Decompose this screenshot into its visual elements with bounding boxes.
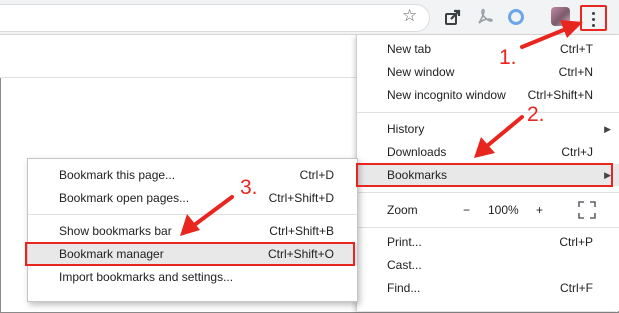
menu-item-shortcut: Ctrl+N <box>558 65 593 79</box>
menu-item-label: History <box>387 122 425 136</box>
menu-item-label: Find... <box>387 281 421 295</box>
menu-item-label: Zoom <box>387 203 418 217</box>
fullscreen-icon[interactable] <box>578 201 596 219</box>
bookmark-manager-highlight-box <box>25 242 355 266</box>
menu-item-history[interactable]: History ▶ <box>357 118 619 140</box>
zoom-in-button[interactable]: + <box>536 199 543 221</box>
menu-item-label: Cast... <box>387 258 422 272</box>
profile-avatar[interactable] <box>551 7 570 26</box>
menu-item-shortcut: Ctrl+Shift+D <box>268 191 334 205</box>
menu-item-label: New incognito window <box>387 88 506 102</box>
browser-toolbar: ☆ <box>0 0 619 35</box>
menu-item-bookmark-this-page[interactable]: Bookmark this page... Ctrl+D <box>28 164 357 186</box>
share-icon[interactable] <box>444 8 462 26</box>
star-icon[interactable]: ☆ <box>402 7 417 25</box>
step-3-label: 3. <box>240 176 258 199</box>
menu-item-new-incognito[interactable]: New incognito window Ctrl+Shift+N <box>357 84 619 106</box>
menu-item-label: Import bookmarks and settings... <box>59 270 234 284</box>
more-vert-icon[interactable] <box>580 5 607 31</box>
menu-item-shortcut: Ctrl+Shift+B <box>269 224 334 238</box>
menu-item-cast[interactable]: Cast... <box>357 254 619 276</box>
menu-item-new-window[interactable]: New window Ctrl+N <box>357 61 619 83</box>
menu-item-label: Bookmark open pages... <box>59 191 190 205</box>
menu-item-downloads[interactable]: Downloads Ctrl+J <box>357 141 619 163</box>
step-2-label: 2. <box>527 103 545 126</box>
menu-item-shortcut: Ctrl+F <box>560 281 593 295</box>
menu-item-shortcut: Ctrl+T <box>560 42 593 56</box>
menu-divider <box>357 227 619 228</box>
menu-item-new-tab[interactable]: New tab Ctrl+T <box>357 38 619 60</box>
menu-item-label: Bookmark this page... <box>59 168 176 182</box>
menu-item-bookmark-open-pages[interactable]: Bookmark open pages... Ctrl+Shift+D <box>28 187 357 209</box>
menu-item-import-bookmarks[interactable]: Import bookmarks and settings... <box>28 266 357 288</box>
menu-item-label: Print... <box>387 235 422 249</box>
circle-extension-icon[interactable] <box>507 8 525 26</box>
menu-item-label: Downloads <box>387 145 447 159</box>
menu-item-shortcut: Ctrl+J <box>561 145 593 159</box>
menu-item-show-bookmarks-bar[interactable]: Show bookmarks bar Ctrl+Shift+B <box>28 220 357 242</box>
menu-item-print[interactable]: Print... Ctrl+P <box>357 231 619 253</box>
menu-item-shortcut: Ctrl+P <box>559 235 593 249</box>
zoom-out-button[interactable]: − <box>463 199 470 221</box>
menu-item-shortcut: Ctrl+D <box>299 168 334 182</box>
menu-item-label: New tab <box>387 42 432 56</box>
menu-item-label: New window <box>387 65 455 79</box>
bookmarks-highlight-box <box>356 163 613 187</box>
address-bar[interactable] <box>0 4 430 32</box>
step-1-label: 1. <box>499 46 517 69</box>
menu-divider <box>357 112 619 113</box>
menu-item-find[interactable]: Find... Ctrl+F <box>357 277 619 299</box>
menu-item-label: Show bookmarks bar <box>59 224 172 238</box>
zoom-level: 100% <box>488 203 519 217</box>
pdf-icon[interactable] <box>476 8 494 26</box>
bookmarks-submenu: Bookmark this page... Ctrl+D Bookmark op… <box>27 158 358 302</box>
menu-divider <box>357 192 619 193</box>
menu-divider <box>28 214 357 215</box>
submenu-arrow-icon: ▶ <box>604 124 611 134</box>
page-content <box>0 35 360 78</box>
